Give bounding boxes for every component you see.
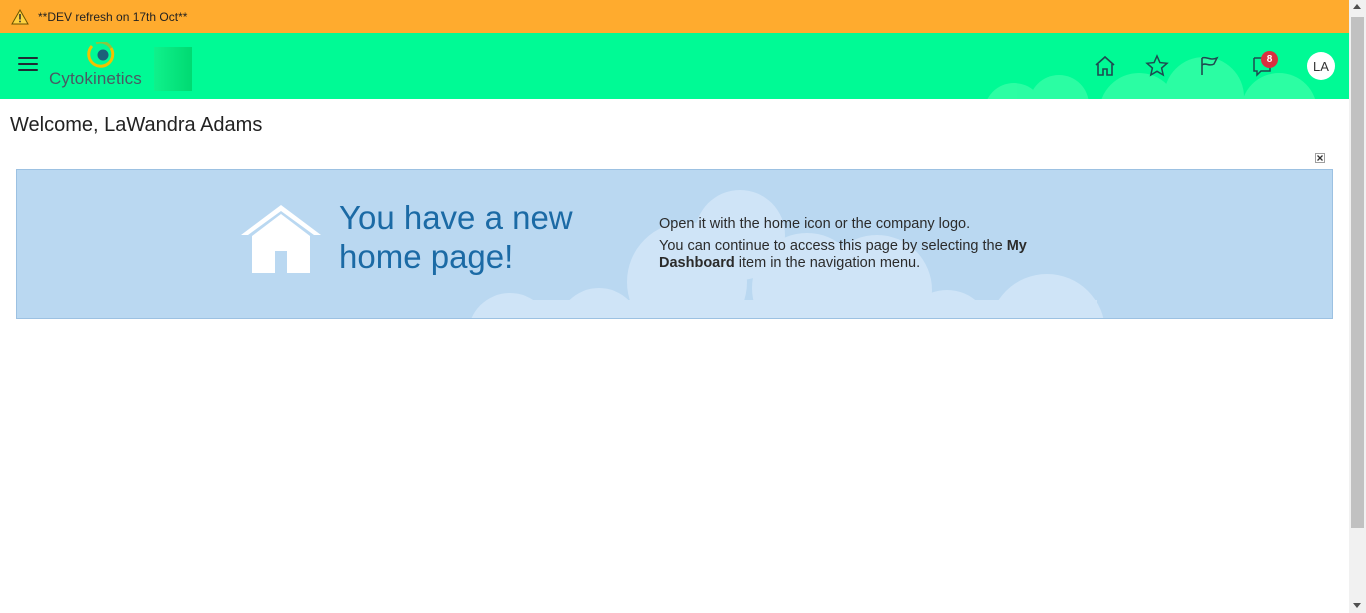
close-icon[interactable] xyxy=(1315,153,1325,163)
banner-line-2: You can continue to access this page by … xyxy=(659,238,1059,272)
hamburger-menu-icon[interactable] xyxy=(18,57,38,73)
new-home-page-banner: You have a new home page! Open it with t… xyxy=(16,169,1333,319)
home-icon[interactable] xyxy=(1093,54,1117,78)
banner-line-2-post: item in the navigation menu. xyxy=(734,255,921,271)
user-avatar[interactable]: LA xyxy=(1307,52,1335,80)
header-clouds-decoration xyxy=(987,57,1316,99)
banner-line-2-pre: You can continue to access this page by … xyxy=(659,238,1007,254)
scrollbar-thumb[interactable] xyxy=(1351,17,1364,528)
logo-text: Cytokinetics xyxy=(49,69,142,88)
headline-line-1: You have a new xyxy=(339,199,573,236)
logo-mark-icon xyxy=(87,42,115,68)
warning-icon xyxy=(11,8,29,24)
banner-line-2-bold-dashboard: Dashboard xyxy=(659,255,735,271)
dev-banner-text: **DEV refresh on 17th Oct** xyxy=(38,9,188,24)
company-logo[interactable]: Cytokinetics xyxy=(48,42,198,92)
vertical-scrollbar[interactable] xyxy=(1349,0,1366,613)
flag-icon[interactable] xyxy=(1197,54,1221,78)
dev-banner: **DEV refresh on 17th Oct** xyxy=(0,0,1349,33)
page: **DEV refresh on 17th Oct** Cytokinetics xyxy=(0,0,1349,613)
app-header: Cytokinetics 8 LA xyxy=(0,33,1349,99)
banner-line-2-bold-my: My xyxy=(1006,238,1027,254)
scroll-up-arrow-icon[interactable] xyxy=(1353,4,1361,9)
star-icon[interactable] xyxy=(1145,54,1169,78)
notification-badge: 8 xyxy=(1261,51,1278,68)
banner-headline: You have a new home page! xyxy=(339,198,629,276)
home-illustration-icon xyxy=(241,205,321,273)
logo-green-block xyxy=(154,47,192,91)
scroll-down-arrow-icon[interactable] xyxy=(1353,603,1361,608)
banner-description: Open it with the home icon or the compan… xyxy=(659,216,1059,277)
welcome-heading: Welcome, LaWandra Adams xyxy=(10,114,263,136)
banner-line-1: Open it with the home icon or the compan… xyxy=(659,216,971,232)
headline-line-2: home page! xyxy=(339,238,514,275)
